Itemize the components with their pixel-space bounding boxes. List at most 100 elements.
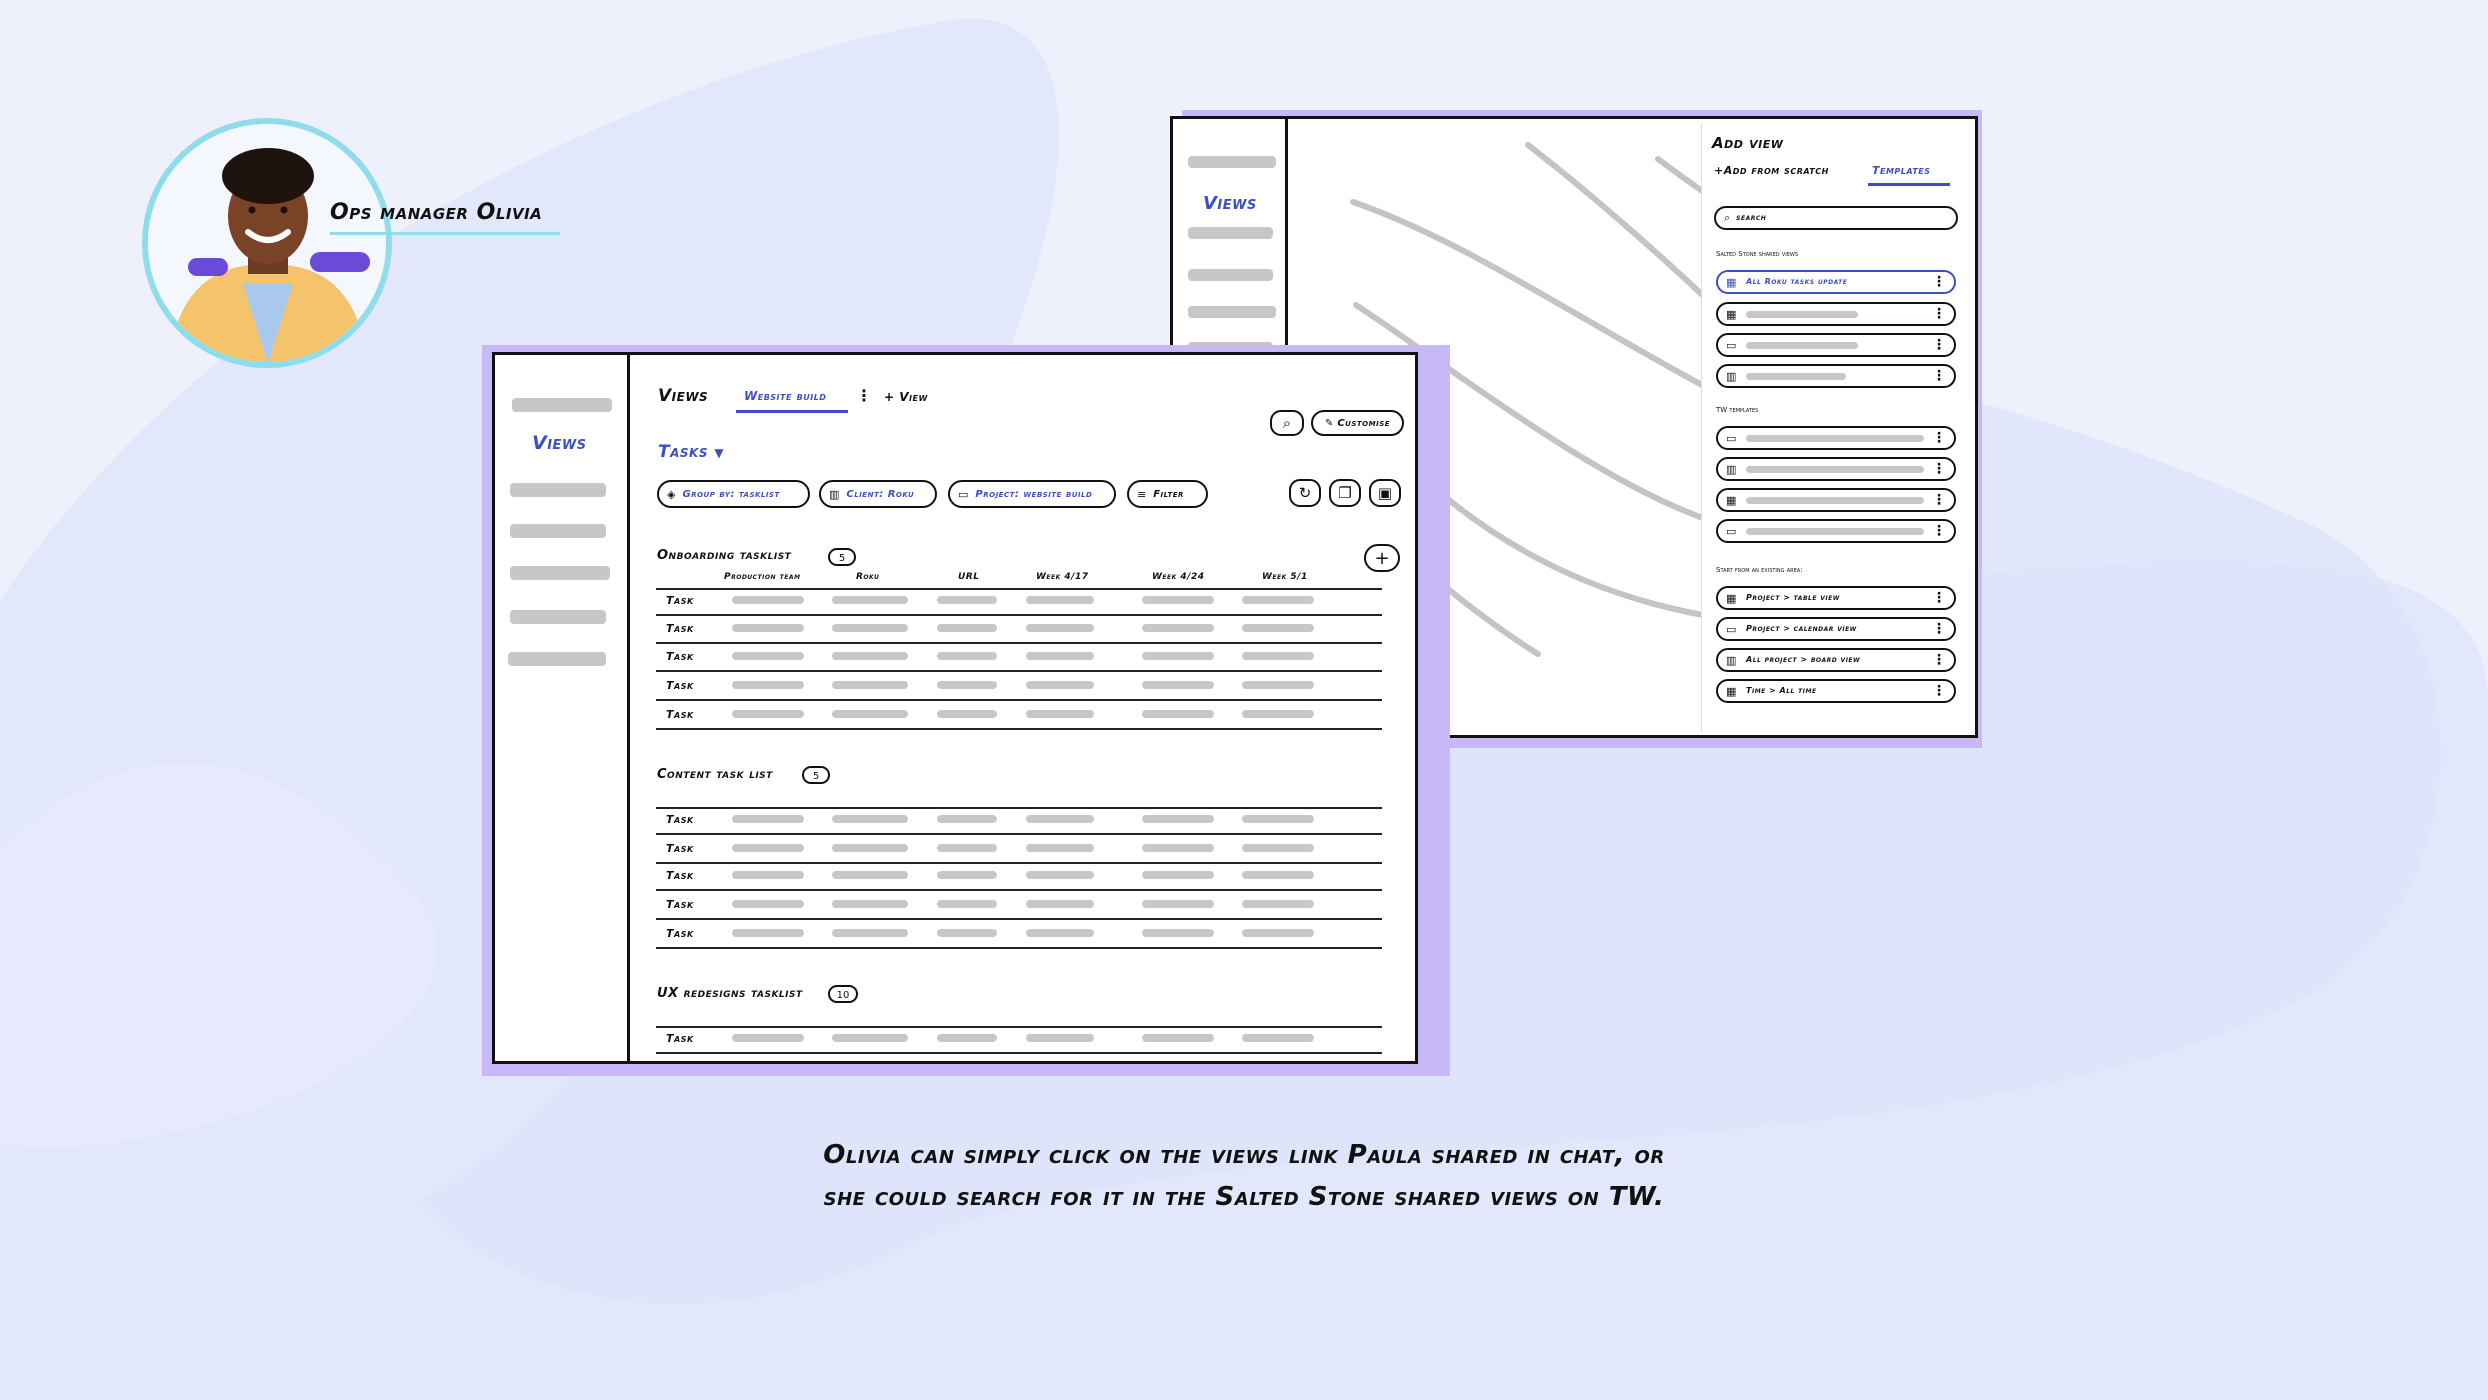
tab-templates[interactable]: Templates: [1872, 164, 1931, 177]
template-item[interactable]: ▭ ⋮: [1716, 426, 1956, 450]
table-row-divider: [656, 947, 1382, 949]
more-icon[interactable]: ⋮: [1932, 589, 1946, 607]
table-row-divider: [656, 807, 1382, 809]
cell-placeholder: [1242, 900, 1314, 908]
persona-label: Ops manager Olivia: [330, 200, 543, 225]
cell-placeholder: [937, 624, 997, 632]
tab-templates-underline: [1868, 183, 1950, 186]
add-view-button[interactable]: + View: [884, 390, 928, 404]
more-icon[interactable]: ⋮: [1932, 367, 1946, 385]
front-sidebar-views[interactable]: Views: [532, 432, 587, 454]
existing-item-table[interactable]: ▦ Project > table view ⋮: [1716, 586, 1956, 610]
existing-item-time[interactable]: ▦ Time > All time ⋮: [1716, 679, 1956, 703]
template-item[interactable]: ▭ ⋮: [1716, 333, 1956, 357]
existing-item-board[interactable]: ▥ All project > board view ⋮: [1716, 648, 1956, 672]
board-icon: ▥: [1726, 370, 1737, 383]
more-icon[interactable]: ⋮: [1932, 682, 1946, 700]
edit-icon: ✎: [1324, 417, 1334, 429]
column-header: Roku: [856, 572, 880, 582]
cell-placeholder: [1026, 652, 1094, 660]
cell-placeholder: [937, 815, 997, 823]
more-icon[interactable]: ⋮: [1932, 522, 1946, 540]
cell-placeholder: [732, 900, 804, 908]
caption-line-1: Olivia can simply click on the views lin…: [823, 1140, 1665, 1170]
calendar-icon: ▭: [1726, 339, 1737, 352]
cell-placeholder: [732, 871, 804, 879]
column-header: URL: [958, 572, 980, 582]
task-label: Task: [666, 813, 694, 826]
template-item[interactable]: ▭ ⋮: [1716, 519, 1956, 543]
cell-placeholder: [732, 815, 804, 823]
calendar-icon: ▭: [1726, 623, 1737, 636]
column-header: Week 4/17: [1036, 572, 1089, 582]
table-row-divider: [656, 728, 1382, 730]
group-by-filter[interactable]: ◈ Group by: tasklist: [657, 480, 810, 508]
cell-placeholder: [1242, 844, 1314, 852]
cell-placeholder: [1026, 844, 1094, 852]
more-icon[interactable]: ⋮: [856, 386, 872, 405]
cell-placeholder: [1142, 900, 1214, 908]
tab-website-build[interactable]: Website build: [744, 389, 826, 403]
more-icon[interactable]: ⋮: [1932, 651, 1946, 669]
refresh-icon: ↻: [1298, 484, 1312, 502]
column-header: Production team: [724, 572, 801, 582]
template-item[interactable]: ▦ ⋮: [1716, 488, 1956, 512]
tab-add-from-scratch[interactable]: +Add from scratch: [1714, 164, 1829, 177]
cell-placeholder: [832, 1034, 908, 1042]
add-task-button[interactable]: +: [1364, 544, 1400, 572]
template-item[interactable]: ▦ ⋮: [1716, 302, 1956, 326]
section-title: Content task list: [657, 767, 773, 782]
cell-placeholder: [1142, 652, 1214, 660]
more-icon[interactable]: ⋮: [1932, 273, 1946, 291]
cell-placeholder: [832, 624, 908, 632]
task-label: Task: [666, 650, 694, 663]
table-row-divider: [656, 614, 1382, 616]
more-icon[interactable]: ⋮: [1932, 336, 1946, 354]
task-label: Task: [666, 898, 694, 911]
project-filter[interactable]: ▭ Project: website build: [948, 480, 1116, 508]
cell-placeholder: [937, 652, 997, 660]
table-row-divider: [656, 889, 1382, 891]
cell-placeholder: [1142, 624, 1214, 632]
more-icon[interactable]: ⋮: [1932, 429, 1946, 447]
person-illustration: [148, 124, 386, 362]
more-icon[interactable]: ⋮: [1932, 491, 1946, 509]
building-icon: ▥: [829, 487, 840, 501]
cell-placeholder: [732, 596, 804, 604]
customise-button[interactable]: ✎ Customise: [1311, 410, 1404, 436]
client-filter[interactable]: ▥ Client: Roku: [819, 480, 937, 508]
save-button[interactable]: ▣: [1369, 479, 1401, 507]
template-item[interactable]: ▥ ⋮: [1716, 364, 1956, 388]
table-row-divider: [656, 1052, 1382, 1054]
task-label: Task: [666, 622, 694, 635]
table-row-divider: [656, 1026, 1382, 1028]
filter-button[interactable]: ≡ Filter: [1127, 480, 1208, 508]
plus-icon: +: [1374, 547, 1390, 569]
cell-placeholder: [732, 1034, 804, 1042]
more-icon[interactable]: ⋮: [1932, 620, 1946, 638]
cell-placeholder: [732, 652, 804, 660]
avatar-accent-left: [188, 258, 228, 276]
cell-placeholder: [1142, 1034, 1214, 1042]
copy-button[interactable]: ❐: [1329, 479, 1361, 507]
more-icon[interactable]: ⋮: [1932, 305, 1946, 323]
table-icon: ▦: [1726, 592, 1737, 605]
table-row-divider: [656, 588, 1382, 590]
filter-icon: ≡: [1137, 487, 1147, 501]
existing-item-calendar[interactable]: ▭ Project > calendar view ⋮: [1716, 617, 1956, 641]
cell-placeholder: [1242, 1034, 1314, 1042]
section-title: Onboarding tasklist: [657, 548, 792, 563]
search-button[interactable]: ⌕: [1270, 410, 1304, 436]
more-icon[interactable]: ⋮: [1932, 460, 1946, 478]
tasks-dropdown[interactable]: Tasks ▼: [658, 442, 724, 462]
refresh-button[interactable]: ↻: [1289, 479, 1321, 507]
back-sidebar-views[interactable]: Views: [1203, 193, 1257, 214]
cell-placeholder: [1026, 681, 1094, 689]
cell-placeholder: [732, 681, 804, 689]
template-search-input[interactable]: ⌕ search: [1714, 206, 1958, 230]
template-item-roku[interactable]: ▦ All Roku tasks update ⋮: [1716, 270, 1956, 294]
template-item[interactable]: ▥ ⋮: [1716, 457, 1956, 481]
task-label: Task: [666, 708, 694, 721]
table-icon: ▦: [1726, 276, 1737, 289]
front-sidebar-divider: [627, 355, 630, 1061]
